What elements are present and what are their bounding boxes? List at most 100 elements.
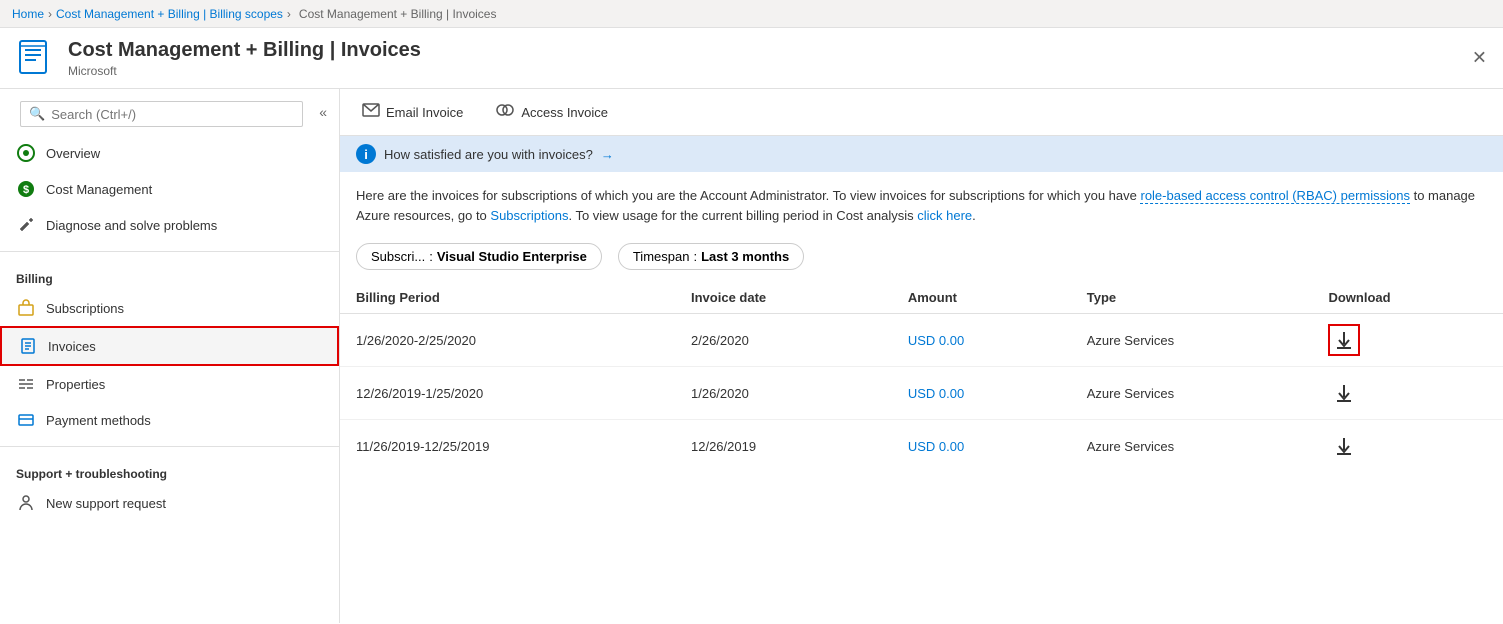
- close-button[interactable]: ✕: [1472, 48, 1487, 69]
- download-button[interactable]: [1328, 430, 1360, 462]
- col-billing-period: Billing Period: [340, 282, 675, 314]
- sidebar-item-support-label: New support request: [46, 496, 166, 511]
- timespan-filter-value: Last 3 months: [701, 249, 789, 264]
- sidebar-item-properties-label: Properties: [46, 377, 105, 392]
- sidebar-item-invoices-label: Invoices: [48, 339, 96, 354]
- content-toolbar: Email Invoice Access Invoice: [340, 89, 1503, 136]
- sidebar-item-payment-methods[interactable]: Payment methods: [0, 402, 339, 438]
- sidebar-item-subscriptions-label: Subscriptions: [46, 301, 124, 316]
- sidebar-item-diagnose[interactable]: Diagnose and solve problems: [0, 207, 339, 243]
- info-banner-arrow[interactable]: →: [601, 147, 614, 162]
- type-cell: Azure Services: [1071, 367, 1313, 420]
- billing-section-label: Billing: [0, 260, 339, 290]
- table-row: 1/26/2020-2/25/20202/26/2020 USD 0.00 Azur…: [340, 314, 1503, 367]
- collapse-button[interactable]: «: [315, 100, 331, 124]
- content-area: Email Invoice Access Invoice i How satis…: [340, 89, 1503, 623]
- access-invoice-label: Access Invoice: [521, 105, 608, 120]
- description-text-before: Here are the invoices for subscriptions …: [356, 188, 1140, 203]
- download-cell[interactable]: [1312, 314, 1503, 367]
- email-invoice-button[interactable]: Email Invoice: [356, 99, 469, 125]
- overview-icon: [16, 143, 36, 163]
- invoice-date-cell: 12/26/2019: [675, 420, 892, 473]
- sidebar-item-diagnose-label: Diagnose and solve problems: [46, 218, 217, 233]
- billing-period-cell: 11/26/2019-12/25/2019: [340, 420, 675, 473]
- amount-link[interactable]: USD 0.00: [908, 333, 964, 348]
- wrench-icon: [16, 215, 36, 235]
- col-invoice-date: Invoice date: [675, 282, 892, 314]
- download-button[interactable]: [1328, 377, 1360, 409]
- amount-cell[interactable]: USD 0.00: [892, 420, 1071, 473]
- sidebar-item-cost-label: Cost Management: [46, 182, 152, 197]
- nav-divider-support: [0, 446, 339, 447]
- amount-cell[interactable]: USD 0.00: [892, 314, 1071, 367]
- subscriptions-icon: [16, 298, 36, 318]
- payment-methods-icon: [16, 410, 36, 430]
- cost-management-icon: $: [16, 179, 36, 199]
- amount-cell[interactable]: USD 0.00: [892, 367, 1071, 420]
- timespan-filter-label: Timespan: [633, 249, 690, 264]
- info-banner: i How satisfied are you with invoices? →: [340, 136, 1503, 172]
- nav-divider-billing: [0, 251, 339, 252]
- subscriptions-link[interactable]: Subscriptions: [490, 208, 568, 223]
- sidebar-item-properties[interactable]: Properties: [0, 366, 339, 402]
- sidebar: 🔍 « Overview $ Cost Management Diagnose …: [0, 89, 340, 623]
- page-header-text: Cost Management + Billing | Invoices Mic…: [68, 39, 421, 78]
- properties-icon: [16, 374, 36, 394]
- invoices-icon: [18, 336, 38, 356]
- col-amount: Amount: [892, 282, 1071, 314]
- sidebar-item-payment-label: Payment methods: [46, 413, 151, 428]
- sidebar-item-subscriptions[interactable]: Subscriptions: [0, 290, 339, 326]
- breadcrumb: Home › Cost Management + Billing | Billi…: [0, 0, 1503, 28]
- access-invoice-icon: [495, 103, 515, 121]
- email-invoice-label: Email Invoice: [386, 105, 463, 120]
- access-invoice-button[interactable]: Access Invoice: [489, 99, 614, 125]
- billing-period-cell: 1/26/2020-2/25/2020: [340, 314, 675, 367]
- description-text-after-sub: . To view usage for the current billing …: [568, 208, 917, 223]
- invoice-date-cell: 2/26/2020: [675, 314, 892, 367]
- page-subtitle: Microsoft: [68, 64, 421, 78]
- rbac-link[interactable]: role-based access control (RBAC) permiss…: [1140, 188, 1409, 204]
- email-icon: [362, 103, 380, 121]
- subscription-filter[interactable]: Subscri... : Visual Studio Enterprise: [356, 243, 602, 270]
- type-cell: Azure Services: [1071, 314, 1313, 367]
- timespan-filter[interactable]: Timespan : Last 3 months: [618, 243, 804, 270]
- sidebar-item-overview-label: Overview: [46, 146, 100, 161]
- breadcrumb-current: Cost Management + Billing | Invoices: [299, 7, 497, 21]
- amount-link[interactable]: USD 0.00: [908, 386, 964, 401]
- subscription-filter-value: Visual Studio Enterprise: [437, 249, 587, 264]
- sidebar-item-cost-management[interactable]: $ Cost Management: [0, 171, 339, 207]
- download-cell[interactable]: [1312, 420, 1503, 473]
- subscription-filter-label: Subscri...: [371, 249, 425, 264]
- search-icon: 🔍: [29, 106, 45, 122]
- invoice-table: Billing Period Invoice date Amount Type …: [340, 282, 1503, 472]
- download-cell[interactable]: [1312, 367, 1503, 420]
- table-row: 12/26/2019-1/25/20201/26/2020 USD 0.00 Azu…: [340, 367, 1503, 420]
- description-text-end: .: [972, 208, 976, 223]
- amount-link[interactable]: USD 0.00: [908, 439, 964, 454]
- invoice-date-cell: 1/26/2020: [675, 367, 892, 420]
- description-area: Here are the invoices for subscriptions …: [340, 172, 1503, 235]
- col-type: Type: [1071, 282, 1313, 314]
- sidebar-item-support-request[interactable]: New support request: [0, 485, 339, 521]
- breadcrumb-home[interactable]: Home: [12, 7, 44, 21]
- info-icon: i: [356, 144, 376, 164]
- download-button[interactable]: [1328, 324, 1360, 356]
- billing-period-cell: 12/26/2019-1/25/2020: [340, 367, 675, 420]
- support-icon: [16, 493, 36, 513]
- click-here-link[interactable]: click here: [917, 208, 972, 223]
- info-banner-text: How satisfied are you with invoices?: [384, 147, 593, 162]
- sidebar-item-invoices[interactable]: Invoices: [0, 326, 339, 366]
- support-section-label: Support + troubleshooting: [0, 455, 339, 485]
- main-layout: 🔍 « Overview $ Cost Management Diagnose …: [0, 89, 1503, 623]
- page-header: Cost Management + Billing | Invoices Mic…: [0, 28, 1503, 89]
- page-title: Cost Management + Billing | Invoices: [68, 39, 421, 62]
- col-download: Download: [1312, 282, 1503, 314]
- breadcrumb-billing-scopes[interactable]: Cost Management + Billing | Billing scop…: [56, 7, 283, 21]
- svg-text:$: $: [23, 184, 29, 196]
- billing-icon: [16, 38, 56, 78]
- filter-row: Subscri... : Visual Studio Enterprise Ti…: [340, 235, 1503, 282]
- table-row: 11/26/2019-12/25/201912/26/2019 USD 0.00 A…: [340, 420, 1503, 473]
- sidebar-item-overview[interactable]: Overview: [0, 135, 339, 171]
- type-cell: Azure Services: [1071, 420, 1313, 473]
- search-input[interactable]: [51, 107, 294, 122]
